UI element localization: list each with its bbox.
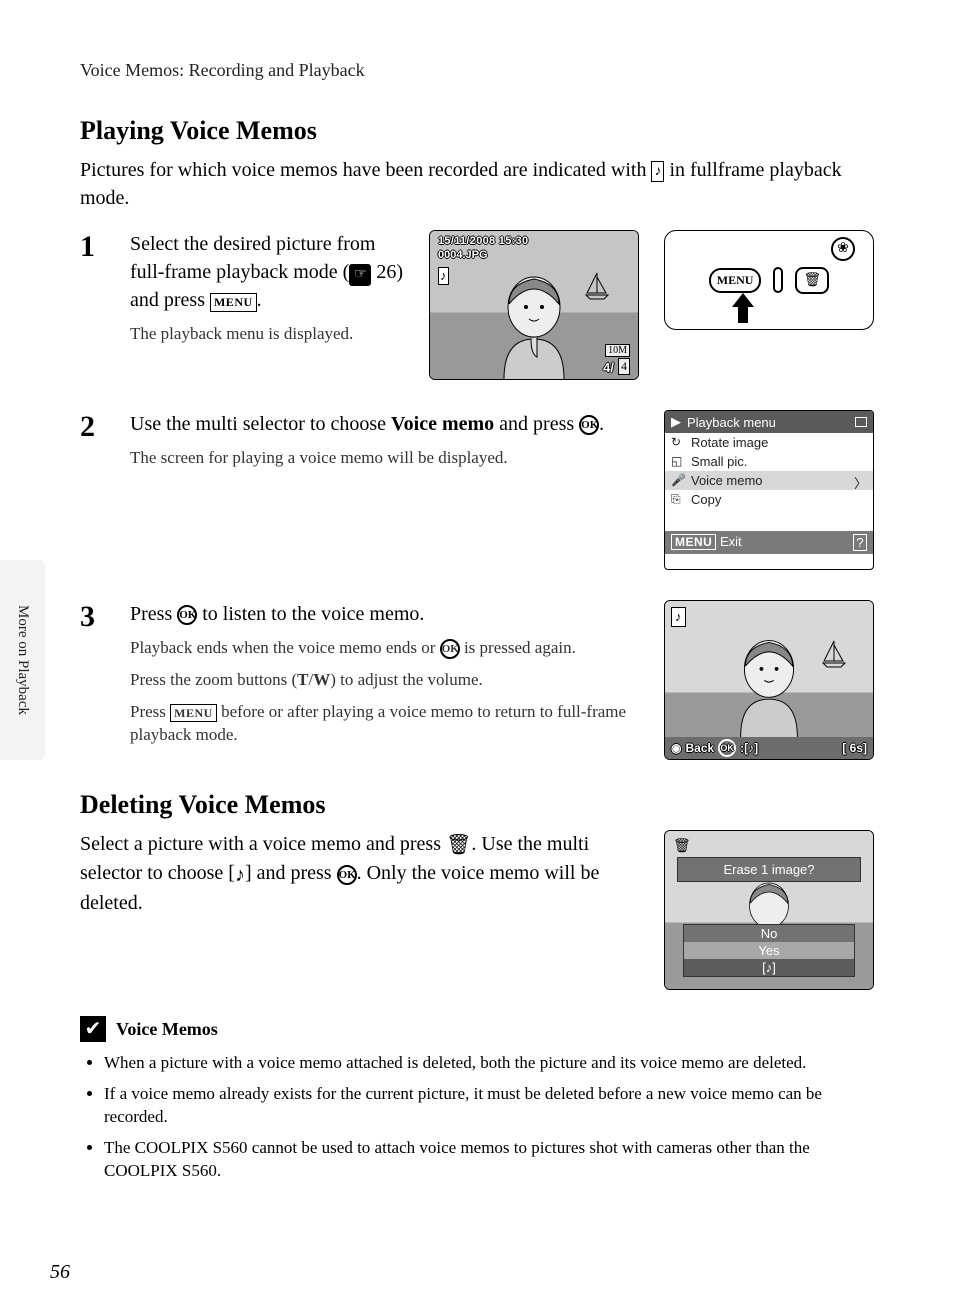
figure-lcd-step1: 15/11/2008 15:30 0004.JPG ♪ 10M 4/ 4 <box>429 230 639 380</box>
trash-icon: 🗑 <box>446 831 471 859</box>
note-item: The COOLPIX S560 cannot be used to attac… <box>104 1137 874 1183</box>
trash-physical-button: 🗑 <box>795 267 829 294</box>
help-icon: ? <box>853 534 867 551</box>
step-1: 1 Select the desired picture from full-f… <box>80 230 874 380</box>
heading-playing: Playing Voice Memos <box>80 116 874 146</box>
note-list: When a picture with a voice memo attache… <box>80 1052 874 1183</box>
mic-icon: 🎤 <box>671 473 686 487</box>
person-illustration <box>489 269 579 379</box>
ok-button-icon: OK <box>579 415 599 435</box>
small-pic-icon: ◱ <box>671 454 682 468</box>
delete-paragraph: Select a picture with a voice memo and p… <box>80 830 639 917</box>
menu-item-voice-memo: 🎤Voice memo <box>665 471 873 490</box>
playback-menu-title-bar: ▶ Playback menu <box>665 411 873 433</box>
breadcrumb: Voice Memos: Recording and Playback <box>80 60 874 81</box>
figure-camera-buttons: ❀ MENU 🗑 <box>664 230 874 330</box>
page-ref-icon: ☞ <box>349 264 371 286</box>
step-3-sub2: Press the zoom buttons (T/W) to adjust t… <box>130 668 639 692</box>
lcd-resolution: 10M <box>605 344 630 357</box>
lcd-status-bar: ◉ Back OK :[♪] [ 6s] <box>665 737 873 759</box>
playback-icon: ▶ <box>671 414 681 430</box>
voice-memo-icon: ♪ <box>651 161 664 183</box>
figure-playback-menu: ▶ Playback menu ↻Rotate image ◱Small pic… <box>664 410 874 570</box>
step-1-title: Select the desired picture from full-fra… <box>130 230 404 314</box>
menu-item-rotate: ↻Rotate image <box>665 433 873 452</box>
lcd-voice-memo-icon: ♪ <box>438 267 449 285</box>
erase-option-memo-icon: [♪] <box>684 959 854 976</box>
erase-trash-icon: 🗑 <box>673 837 691 854</box>
step-2-number: 2 <box>80 410 110 570</box>
intro-pre: Pictures for which voice memos have been… <box>80 159 651 181</box>
sailboat-icon <box>584 271 610 301</box>
arrow-up-icon <box>730 291 756 325</box>
lcd-date: 15/11/2008 15:30 <box>438 235 528 247</box>
rotate-icon: ↻ <box>671 435 681 449</box>
menu-corner-icon <box>855 417 867 427</box>
sailboat-icon <box>821 639 847 669</box>
step-3-sub3: Press MENU before or after playing a voi… <box>130 700 639 748</box>
ok-button-icon: OK <box>177 605 197 625</box>
menu-exit-bar: MENU Exit ? <box>665 531 873 554</box>
note-icon: ♪ <box>235 861 245 889</box>
ok-button-icon: OK <box>718 739 736 757</box>
pause-icon: :[♪] <box>740 741 758 755</box>
step-3: 3 Press OK to listen to the voice memo. … <box>80 600 874 760</box>
erase-options: No Yes [♪] <box>683 924 855 977</box>
lcd-counter: 4/ <box>603 360 614 375</box>
step-2-sub: The screen for playing a voice memo will… <box>130 446 639 470</box>
note-box: ✔ Voice Memos When a picture with a voic… <box>80 1016 874 1183</box>
playback-menu-title: Playback menu <box>687 415 776 430</box>
menu-item-copy: ⎘Copy <box>665 490 873 509</box>
heading-deleting: Deleting Voice Memos <box>80 790 874 820</box>
step-2-title: Use the multi selector to choose Voice m… <box>130 410 639 438</box>
erase-option-yes: Yes <box>684 942 854 959</box>
note-check-icon: ✔ <box>80 1016 106 1042</box>
ok-button-icon: OK <box>440 639 460 659</box>
erase-option-no: No <box>684 925 854 942</box>
time-remaining: [ 6s] <box>842 741 867 755</box>
back-icon: ◉ <box>671 741 681 755</box>
step-3-sub1: Playback ends when the voice memo ends o… <box>130 636 639 660</box>
button-slit <box>773 267 783 293</box>
step-1-number: 1 <box>80 230 110 380</box>
voice-memo-playing-icon: ♪ <box>671 607 686 627</box>
note-item: When a picture with a voice memo attache… <box>104 1052 874 1075</box>
menu-button-label: MENU <box>170 704 217 723</box>
menu-label-exit: MENU <box>671 534 716 550</box>
back-label: Back <box>685 741 714 755</box>
step-3-title: Press OK to listen to the voice memo. <box>130 600 639 628</box>
macro-button-icon: ❀ <box>831 237 855 261</box>
figure-lcd-step3: ♪ ◉ Back OK :[♪] [ 6s] <box>664 600 874 760</box>
menu-physical-button: MENU <box>709 268 762 293</box>
lcd-filename: 0004.JPG <box>438 249 488 261</box>
step-1-sub: The playback menu is displayed. <box>130 322 404 346</box>
ok-button-icon: OK <box>337 865 357 885</box>
copy-icon: ⎘ <box>671 492 681 507</box>
person-illustration <box>724 633 814 737</box>
page-number: 56 <box>50 1261 70 1284</box>
step-3-number: 3 <box>80 600 110 760</box>
note-item: If a voice memo already exists for the c… <box>104 1083 874 1129</box>
intro-paragraph: Pictures for which voice memos have been… <box>80 156 874 212</box>
step-2: 2 Use the multi selector to choose Voice… <box>80 410 874 570</box>
menu-button-label: MENU <box>210 293 257 312</box>
note-title: Voice Memos <box>116 1019 218 1040</box>
figure-erase-dialog: 🗑 Erase 1 image? No Yes [♪] <box>664 830 874 990</box>
menu-item-small-pic: ◱Small pic. <box>665 452 873 471</box>
lcd-total: 4 <box>618 358 630 375</box>
